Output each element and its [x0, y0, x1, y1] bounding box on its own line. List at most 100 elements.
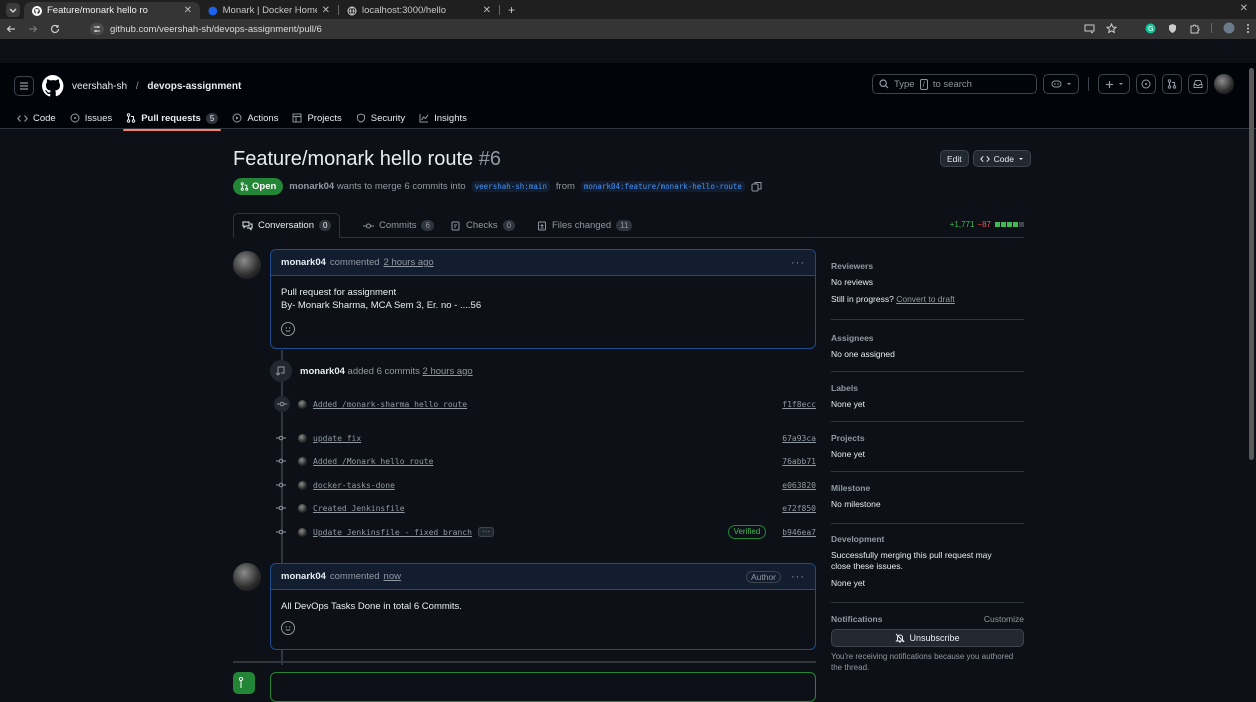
verified-badge[interactable]: Verified: [727, 525, 767, 539]
create-new-button[interactable]: [1098, 74, 1130, 94]
browser-tab-docker[interactable]: Monark | Docker Home ✕: [200, 2, 338, 19]
tab-issues[interactable]: Issues: [63, 107, 119, 129]
expand-commit-message-button[interactable]: ···: [477, 527, 494, 537]
edit-button[interactable]: Edit: [940, 150, 969, 167]
commit-message-link[interactable]: Created Jenkinsfile: [313, 504, 405, 513]
page-scrollbar[interactable]: [1249, 68, 1254, 460]
commit-message-link[interactable]: update fix: [313, 434, 361, 443]
sidebar-heading[interactable]: Milestone: [831, 483, 1024, 493]
profile-avatar-icon[interactable]: [1223, 22, 1235, 34]
commit-message-link[interactable]: Update Jenkinsfile - fixed branch: [313, 528, 472, 537]
commit-sha-link[interactable]: e063820: [782, 481, 816, 490]
site-info-icon[interactable]: [90, 23, 104, 35]
commit-sha-link[interactable]: f1f8ecc: [782, 400, 816, 409]
base-branch[interactable]: veershah-sh:main: [471, 181, 550, 192]
tab-count: 0: [502, 220, 516, 231]
comment-author[interactable]: monark04: [281, 257, 326, 268]
add-reaction-icon[interactable]: [281, 621, 295, 635]
extensions-puzzle-icon[interactable]: [1189, 23, 1200, 34]
event-author[interactable]: monark04: [300, 366, 345, 377]
cast-icon[interactable]: [1084, 23, 1095, 34]
git-commit-icon: [274, 454, 288, 468]
avatar[interactable]: [298, 503, 307, 513]
git-pull-request-icon: [240, 182, 249, 191]
tab-pull-requests[interactable]: Pull requests 5: [119, 107, 225, 131]
new-tab-button[interactable]: +: [500, 3, 523, 19]
close-tab-icon[interactable]: ✕: [483, 5, 491, 16]
avatar[interactable]: [298, 480, 307, 490]
avatar[interactable]: [298, 433, 307, 443]
comment-timestamp[interactable]: now: [384, 571, 401, 582]
browser-tab-localhost[interactable]: localhost:3000/hello ✕: [339, 2, 499, 19]
caret-down-icon: [1066, 83, 1071, 85]
tab-insights[interactable]: Insights: [412, 107, 474, 129]
avatar[interactable]: [233, 251, 261, 279]
checklist-icon: [451, 221, 460, 230]
commit-sha-link[interactable]: b946ea7: [782, 528, 816, 537]
customize-link[interactable]: Customize: [984, 614, 1024, 624]
tab-title: localhost:3000/hello: [362, 5, 446, 16]
browser-tab-github[interactable]: Feature/monark hello ro ✕: [24, 2, 200, 19]
pr-author-link[interactable]: monark04: [289, 181, 334, 192]
tab-projects[interactable]: Projects: [285, 107, 348, 129]
event-timestamp[interactable]: 2 hours ago: [423, 366, 473, 377]
grammarly-icon[interactable]: G: [1145, 23, 1156, 34]
commit-sha-link[interactable]: 67a93ca: [782, 434, 816, 443]
github-logo-icon[interactable]: [42, 75, 64, 97]
convert-to-draft-link[interactable]: Convert to draft: [896, 294, 955, 304]
comment-timestamp[interactable]: 2 hours ago: [384, 257, 434, 268]
sidebar-heading[interactable]: Assignees: [831, 333, 1024, 343]
tab-search-button[interactable]: [6, 3, 20, 17]
avatar[interactable]: [298, 456, 307, 466]
repo-link[interactable]: devops-assignment: [147, 81, 241, 92]
commit-sha-link[interactable]: 76abb71: [782, 457, 816, 466]
window-close-icon[interactable]: ✕: [1240, 3, 1248, 14]
tab-label: Projects: [307, 112, 342, 124]
comment-options-icon[interactable]: ···: [791, 257, 805, 269]
add-reaction-icon[interactable]: [281, 322, 295, 336]
tab-commits[interactable]: Commits 6: [355, 213, 442, 238]
unsubscribe-button[interactable]: Unsubscribe: [831, 629, 1024, 647]
avatar[interactable]: [298, 399, 307, 409]
code-dropdown-button[interactable]: Code: [972, 150, 1031, 167]
tab-actions[interactable]: Actions: [225, 107, 285, 129]
close-tab-icon[interactable]: ✕: [184, 5, 192, 16]
tab-code[interactable]: Code: [10, 107, 63, 129]
owner-link[interactable]: veershah-sh: [72, 81, 127, 92]
hamburger-menu-button[interactable]: [14, 76, 34, 96]
commit-sha-link[interactable]: e72f850: [782, 504, 816, 513]
pull-requests-button[interactable]: [1162, 74, 1182, 94]
avatar[interactable]: [233, 563, 261, 591]
tab-checks[interactable]: Checks 0: [443, 213, 523, 238]
sidebar-heading[interactable]: Development: [831, 534, 1024, 544]
copilot-button[interactable]: [1043, 74, 1079, 94]
sidebar-heading[interactable]: Labels: [831, 383, 1024, 393]
diff-stat: +1,771 −87: [950, 220, 1024, 229]
commit-message-link[interactable]: Added /Monark hello route: [313, 457, 433, 466]
forward-button[interactable]: [22, 24, 44, 34]
avatar[interactable]: [298, 527, 307, 537]
tab-files-changed[interactable]: Files changed 11: [529, 213, 640, 238]
browser-menu-icon[interactable]: [1246, 23, 1250, 34]
close-tab-icon[interactable]: ✕: [322, 5, 330, 16]
bookmark-star-icon[interactable]: [1106, 22, 1117, 34]
sidebar-heading[interactable]: Projects: [831, 433, 1024, 443]
comment-author[interactable]: monark04: [281, 571, 326, 582]
address-bar[interactable]: github.com/veershah-sh/devops-assignment…: [86, 21, 1086, 37]
copy-icon[interactable]: [751, 181, 762, 192]
commit-message-link[interactable]: Added /monark-sharma hello route: [313, 400, 467, 409]
back-button[interactable]: [0, 24, 22, 34]
tab-conversation[interactable]: Conversation 0: [233, 213, 341, 238]
comment-options-icon[interactable]: ···: [791, 571, 805, 583]
git-commit-icon: [274, 396, 290, 412]
search-input[interactable]: Type / to search: [872, 74, 1037, 94]
shield-extension-icon[interactable]: [1167, 23, 1178, 34]
user-avatar[interactable]: [1214, 74, 1234, 94]
commit-message-link[interactable]: docker-tasks-done: [313, 481, 395, 490]
head-branch[interactable]: monark04:feature/monark-hello-route: [580, 181, 745, 192]
sidebar-heading[interactable]: Reviewers: [831, 261, 1024, 271]
reload-button[interactable]: [44, 24, 66, 34]
issues-button[interactable]: [1136, 74, 1156, 94]
tab-security[interactable]: Security: [349, 107, 412, 129]
inbox-button[interactable]: [1188, 74, 1208, 94]
